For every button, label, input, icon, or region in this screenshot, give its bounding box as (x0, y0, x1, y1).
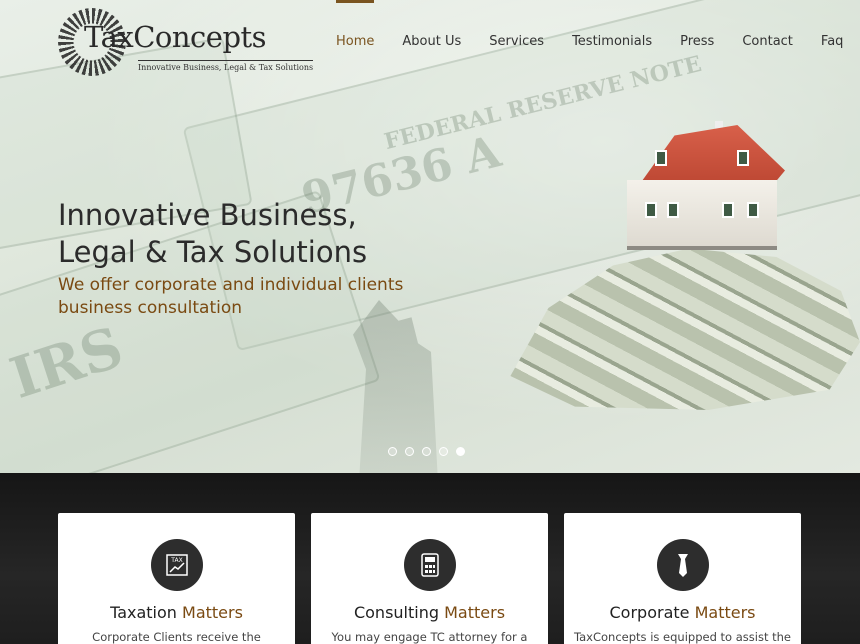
hero-subtitle: We offer corporate and individual client… (58, 274, 438, 320)
card-title-accent: Matters (444, 603, 506, 622)
card-title-accent: Matters (694, 603, 756, 622)
card-title-accent: Matters (182, 603, 243, 622)
hero-title-line: Legal & Tax Solutions (58, 235, 368, 269)
hero-title: Innovative Business, Legal & Tax Solutio… (58, 197, 438, 271)
hero-title-line: Innovative Business, (58, 198, 357, 232)
card-title: Consulting Matters (311, 603, 548, 622)
nav-about-us[interactable]: About Us (402, 0, 461, 60)
main-nav: Home About Us Services Testimonials Pres… (336, 0, 843, 60)
house-wall (627, 150, 777, 250)
card-text: Corporate Clients receive the (92, 630, 261, 644)
nav-contact[interactable]: Contact (742, 0, 793, 60)
site-logo[interactable]: TaxConcepts Innovative Business, Legal &… (58, 8, 314, 78)
slider-dot[interactable] (388, 447, 397, 456)
window (667, 202, 679, 218)
card-title: Taxation Matters (58, 603, 295, 622)
nav-press[interactable]: Press (680, 0, 714, 60)
logo-name: TaxConcepts (84, 20, 267, 54)
tax-chart-icon: TAX (150, 539, 203, 591)
card-title-main: Taxation (110, 603, 177, 622)
window (737, 150, 749, 166)
nav-services[interactable]: Services (489, 0, 544, 60)
service-card-taxation[interactable]: TAX Taxation Matters Corporate Clients r… (58, 513, 295, 644)
window (655, 150, 667, 166)
slider-dot[interactable] (422, 447, 431, 456)
slider-dot[interactable] (439, 447, 448, 456)
necktie-icon (656, 539, 709, 591)
house-image (615, 121, 785, 255)
window (645, 202, 657, 218)
hero-subtitle-line: We offer corporate and individual client… (58, 275, 404, 295)
service-card-corporate[interactable]: Corporate Matters TaxConcepts is equippe… (564, 513, 801, 644)
service-card-consulting[interactable]: Consulting Matters You may engage TC att… (311, 513, 548, 644)
nav-testimonials[interactable]: Testimonials (572, 0, 652, 60)
hero-subtitle-line: business consultation (58, 298, 243, 318)
slider-dot-active[interactable] (456, 447, 465, 456)
slider-pagination (388, 447, 473, 456)
card-title-main: Corporate (609, 603, 690, 622)
nav-home[interactable]: Home (336, 0, 375, 60)
logo-tagline: Innovative Business, Legal & Tax Solutio… (138, 60, 314, 72)
slider-dot[interactable] (405, 447, 414, 456)
card-text: You may engage TC attorney for a (331, 630, 528, 644)
card-title-main: Consulting (353, 603, 440, 622)
window (747, 202, 759, 218)
card-text: TaxConcepts is equipped to assist the (574, 630, 791, 644)
svg-text:TAX: TAX (170, 557, 182, 564)
window (722, 202, 734, 218)
nav-faq[interactable]: Faq (821, 0, 844, 60)
calculator-icon (403, 539, 456, 591)
hero-slider: FEDERAL RESERVE NOTE 97636 A IRS TaxConc… (0, 0, 860, 473)
card-title: Corporate Matters (564, 603, 801, 622)
